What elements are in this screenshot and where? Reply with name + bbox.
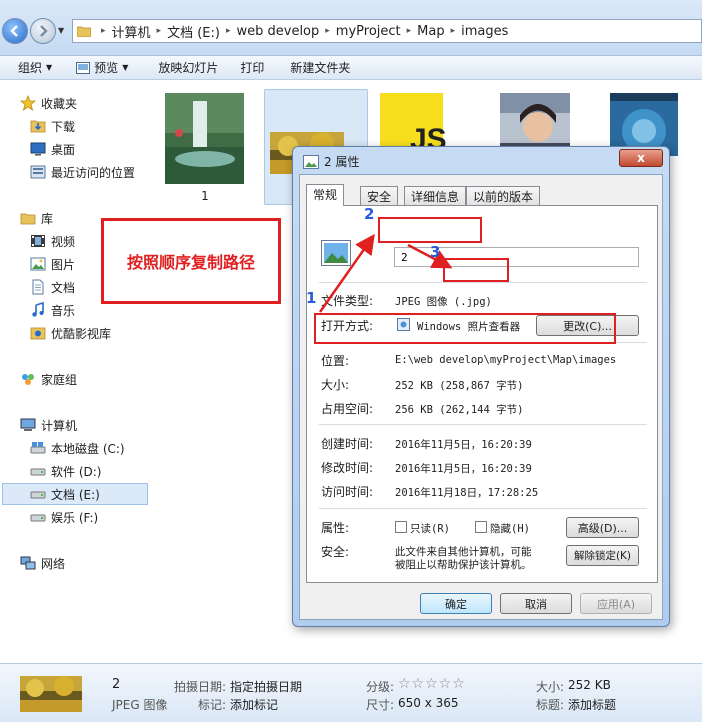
tab-general[interactable]: 常规 xyxy=(306,184,345,206)
details-dimensions-key: 尺寸: xyxy=(366,698,395,712)
details-date-value[interactable]: 指定拍摄日期 xyxy=(230,678,302,695)
selected-file-thumbnail xyxy=(20,676,82,712)
annotation-number-2: 2 xyxy=(364,205,375,223)
details-rating-key: 分级: xyxy=(366,680,395,694)
details-tags-key: 标记: xyxy=(198,698,227,712)
annotation-number-3: 3 xyxy=(430,243,441,261)
details-title-value[interactable]: 添加标题 xyxy=(568,696,616,713)
annotation-arrows xyxy=(318,233,453,313)
details-size-key: 大小: xyxy=(536,680,565,694)
rating-stars[interactable]: ☆☆☆☆☆ xyxy=(398,676,466,692)
details-title-key: 标题: xyxy=(536,698,565,712)
annotation-number-1: 1 xyxy=(306,289,317,307)
details-pane: 2 JPEG 图像 拍摄日期: 指定拍摄日期 标记: 添加标记 分级: ☆☆☆☆… xyxy=(0,663,702,722)
details-date-key: 拍摄日期: xyxy=(174,680,227,694)
details-file-type: JPEG 图像 xyxy=(112,698,168,712)
details-dimensions-value: 650 x 365 xyxy=(398,696,459,710)
tab-general-label: 常规 xyxy=(313,188,338,202)
details-tags-value[interactable]: 添加标记 xyxy=(230,696,278,713)
details-file-name: 2 xyxy=(112,677,121,692)
details-size-value: 252 KB xyxy=(568,678,611,692)
